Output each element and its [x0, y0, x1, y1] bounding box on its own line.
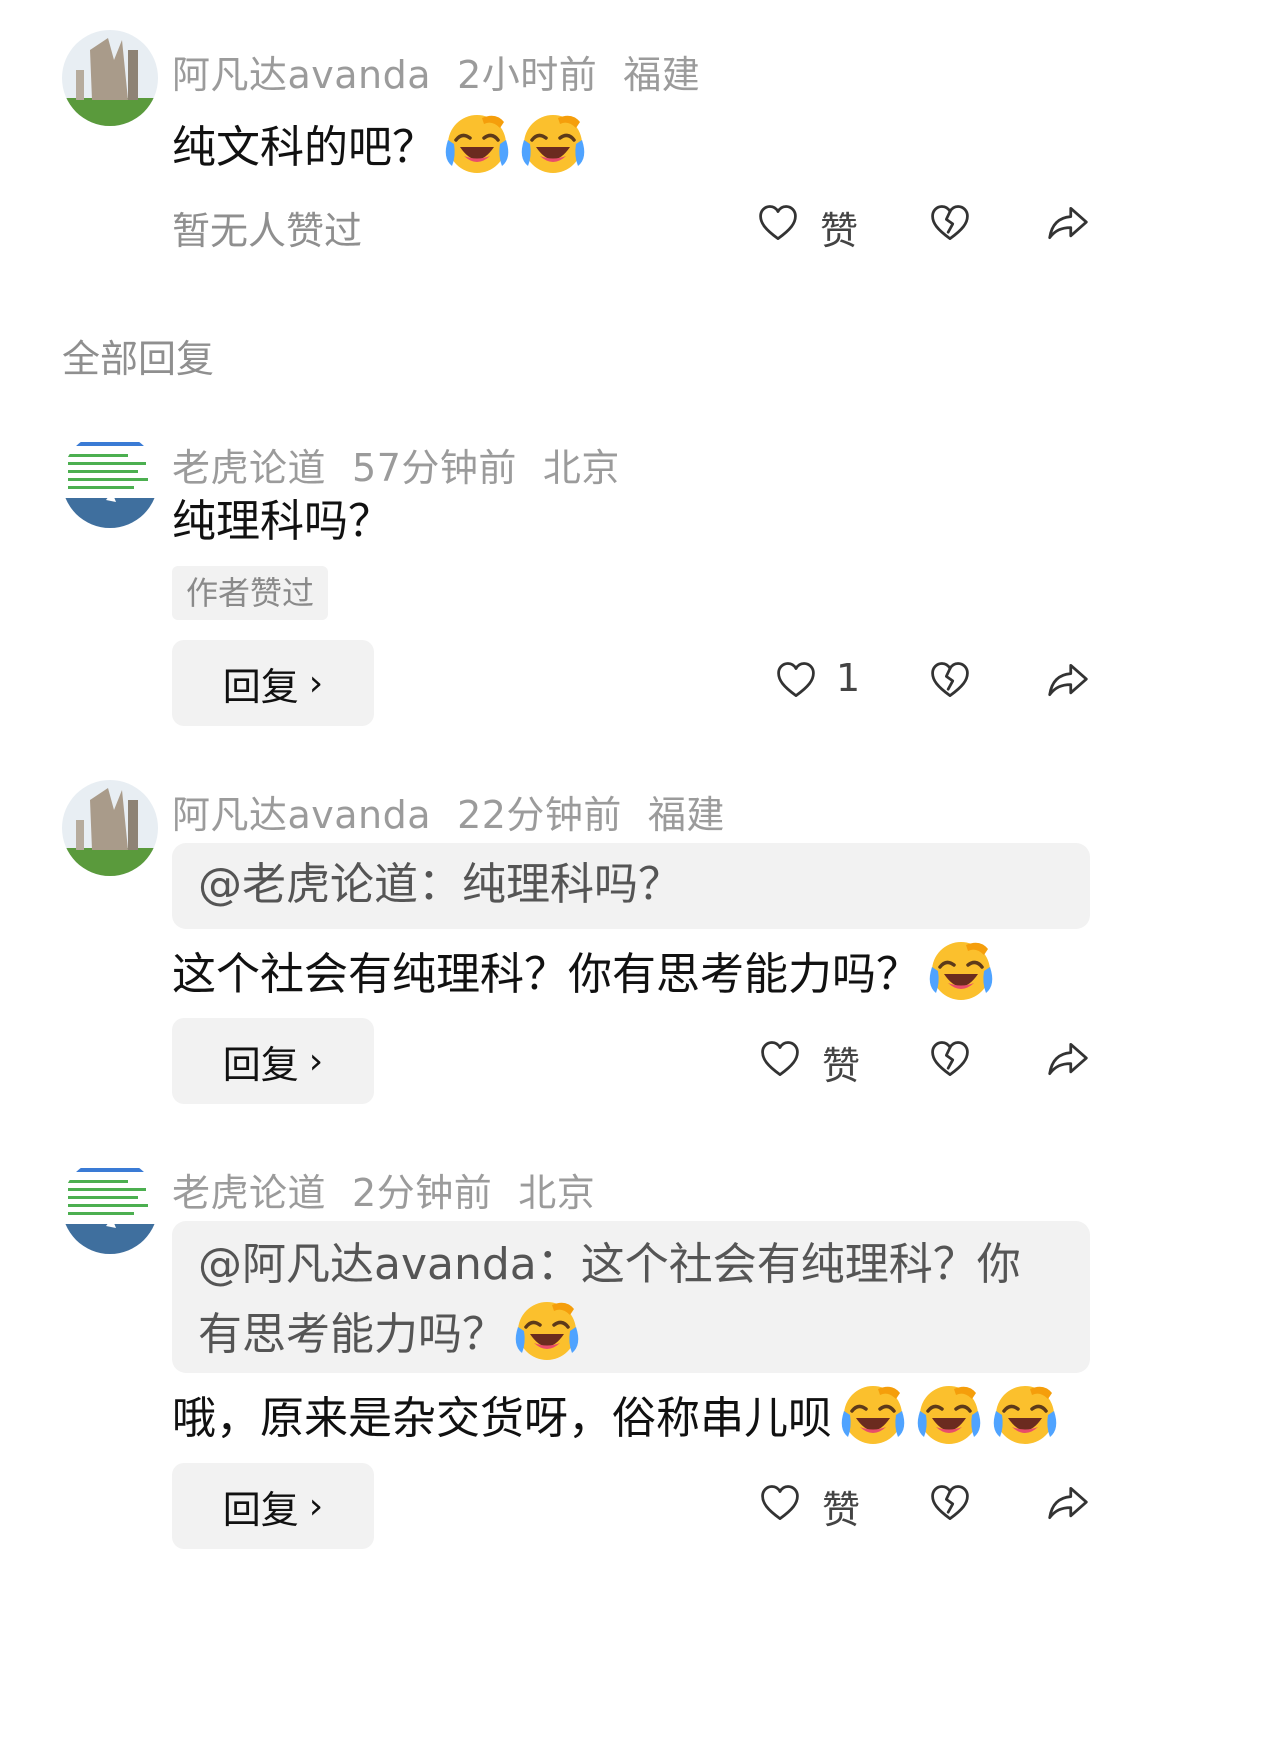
location: 福建: [647, 793, 725, 837]
reply-text: 纯理科吗？: [172, 496, 392, 547]
timestamp: 57分钟前: [352, 446, 517, 490]
quoted-comment[interactable]: @阿凡达avanda：这个社会有纯理科？你 有思考能力吗？: [172, 1221, 1090, 1373]
username[interactable]: 老虎论道: [172, 1171, 326, 1215]
broken-heart-icon[interactable]: [928, 658, 972, 702]
avatar-tiger[interactable]: [62, 1158, 158, 1254]
username[interactable]: 老虎论道: [172, 446, 326, 490]
reply-button-label: 回复: [222, 664, 299, 709]
broken-heart-icon[interactable]: [928, 201, 972, 245]
heart-icon[interactable]: [758, 1037, 802, 1081]
like-label[interactable]: 赞: [820, 200, 858, 255]
laughing-crying-emoji-icon: [926, 937, 996, 1003]
location: 福建: [623, 53, 701, 97]
laughing-crying-emoji-icon: [990, 1381, 1060, 1447]
reply-button[interactable]: 回复 ›: [172, 1463, 374, 1549]
avatar-tiger[interactable]: [62, 432, 158, 528]
share-icon[interactable]: [1045, 658, 1091, 702]
location: 北京: [518, 1171, 596, 1215]
laughing-crying-emoji-icon: [518, 110, 588, 176]
share-icon[interactable]: [1045, 1481, 1091, 1525]
quoted-comment-line: 有思考能力吗？: [198, 1309, 506, 1360]
heart-icon[interactable]: [774, 658, 818, 702]
laughing-crying-emoji-icon: [914, 1381, 984, 1447]
like-count: 1: [836, 656, 861, 700]
quoted-comment-text: @老虎论道：纯理科吗？: [198, 859, 682, 910]
location: 北京: [542, 446, 620, 490]
reply-button-label: 回复: [222, 1042, 299, 1087]
username[interactable]: 阿凡达avanda: [172, 53, 431, 97]
share-icon[interactable]: [1045, 1037, 1091, 1081]
quoted-comment[interactable]: @老虎论道：纯理科吗？: [172, 843, 1090, 929]
likes-status: 暂无人赞过: [172, 209, 363, 253]
comment-text-body: 纯文科的吧？: [172, 122, 436, 173]
like-label[interactable]: 赞: [822, 1035, 860, 1090]
timestamp: 2分钟前: [352, 1171, 493, 1215]
timestamp: 2小时前: [457, 53, 598, 97]
author-liked-badge: 作者赞过: [172, 566, 329, 620]
reply-button[interactable]: 回复 ›: [172, 1018, 374, 1104]
laughing-crying-emoji-icon: [838, 1381, 908, 1447]
reply-text-body: 这个社会有纯理科？你有思考能力吗？: [172, 949, 920, 1000]
username[interactable]: 阿凡达avanda: [172, 793, 431, 837]
like-label[interactable]: 赞: [822, 1479, 860, 1534]
reply-button[interactable]: 回复 ›: [172, 640, 374, 726]
quoted-comment-line: @阿凡达avanda：这个社会有纯理科？你: [198, 1239, 1021, 1290]
laughing-crying-emoji-icon: [512, 1297, 582, 1363]
share-icon[interactable]: [1045, 201, 1091, 245]
timestamp: 22分钟前: [457, 793, 622, 837]
quoted-comment-line-2: 有思考能力吗？: [198, 1297, 1064, 1367]
chevron-right-icon: ›: [308, 662, 324, 704]
heart-icon[interactable]: [756, 201, 800, 245]
heart-icon[interactable]: [758, 1481, 802, 1525]
broken-heart-icon[interactable]: [928, 1481, 972, 1525]
avatar-avanda[interactable]: [62, 30, 158, 126]
broken-heart-icon[interactable]: [928, 1037, 972, 1081]
section-title: 全部回复: [62, 337, 215, 381]
comment-text: 纯文科的吧？: [172, 110, 588, 178]
laughing-crying-emoji-icon: [442, 110, 512, 176]
reply-text: 哦，原来是杂交货呀，俗称串儿呗: [172, 1381, 1060, 1449]
reply-text-body: 哦，原来是杂交货呀，俗称串儿呗: [172, 1393, 832, 1444]
chevron-right-icon: ›: [308, 1485, 324, 1527]
reply-text: 这个社会有纯理科？你有思考能力吗？: [172, 937, 996, 1005]
chevron-right-icon: ›: [308, 1040, 324, 1082]
reply-button-label: 回复: [222, 1487, 299, 1532]
avatar-avanda[interactable]: [62, 780, 158, 876]
